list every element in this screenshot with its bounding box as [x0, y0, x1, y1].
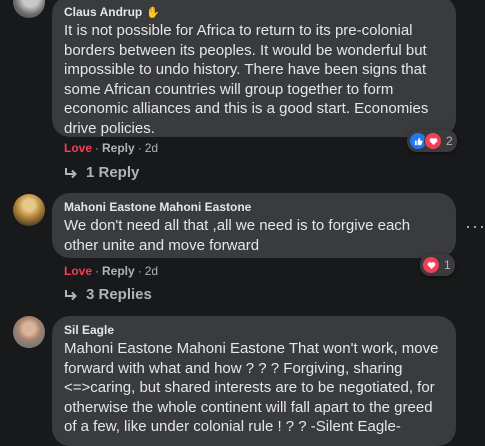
separator: · [137, 141, 142, 155]
timestamp[interactable]: 2d [145, 141, 158, 155]
love-reaction-icon [422, 256, 440, 274]
reaction-count: 2 [446, 134, 453, 148]
comment-bubble: Sil Eagle Mahoni Eastone Mahoni Eastone … [52, 316, 456, 446]
love-button[interactable]: Love [64, 264, 92, 278]
avatar[interactable] [13, 0, 45, 18]
reply-arrow-icon [65, 289, 77, 300]
comment-actions: Love · Reply · 2d [64, 264, 158, 278]
comment-bubble: Claus Andrup ✋ It is not possible for Af… [52, 0, 456, 137]
timestamp[interactable]: 2d [145, 264, 158, 278]
reaction-summary[interactable]: 2 [407, 130, 457, 152]
separator: · [95, 141, 100, 155]
replies-count: 3 Replies [86, 286, 152, 303]
comment-bubble: Mahoni Eastone Mahoni Eastone We don't n… [52, 193, 456, 258]
comment-text: We don't need all that ,all we need is t… [64, 217, 411, 254]
avatar[interactable] [13, 194, 45, 226]
more-options-icon[interactable]: ··· [465, 217, 485, 235]
comment-author[interactable]: Claus Andrup [64, 5, 142, 20]
comment-actions: Love · Reply · 2d [64, 141, 158, 155]
love-button[interactable]: Love [64, 141, 92, 155]
separator: · [95, 264, 100, 278]
view-replies-button[interactable]: 1 Reply [64, 164, 139, 181]
comment-text: It is not possible for Africa to return … [64, 22, 429, 137]
comment-author[interactable]: Sil Eagle [64, 323, 444, 338]
comment-author[interactable]: Mahoni Eastone Mahoni Eastone [64, 200, 444, 215]
reaction-count: 1 [444, 258, 451, 272]
reply-button[interactable]: Reply [102, 264, 135, 278]
comment-text: Mahoni Eastone Mahoni Eastone That won't… [64, 340, 439, 435]
avatar[interactable] [13, 316, 45, 348]
replies-count: 1 Reply [86, 164, 140, 181]
reaction-summary[interactable]: 1 [420, 254, 455, 276]
reply-button[interactable]: Reply [102, 141, 135, 155]
separator: · [137, 264, 142, 278]
reply-arrow-icon [65, 167, 77, 178]
love-reaction-icon [424, 132, 442, 150]
wave-icon: ✋ [146, 7, 160, 19]
view-replies-button[interactable]: 3 Replies [64, 286, 152, 303]
